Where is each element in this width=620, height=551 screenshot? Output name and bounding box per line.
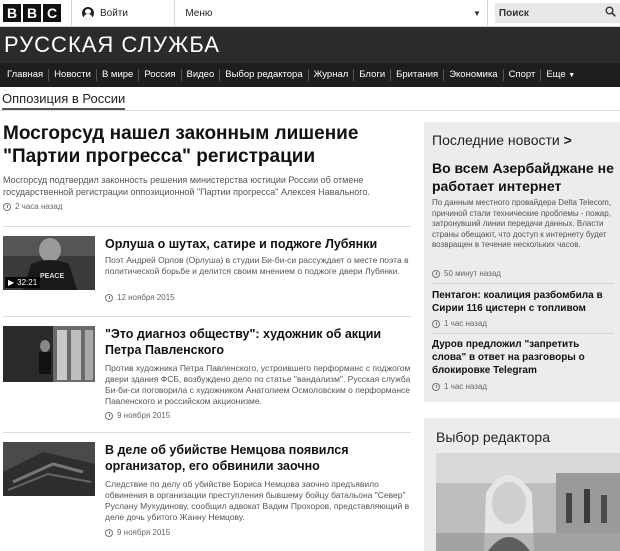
clock-icon (432, 382, 440, 391)
topbar-divider (486, 0, 488, 27)
editors-pick-panel: Выбор редактора (424, 418, 620, 551)
latest-lead-time-label: 50 минут назад (444, 269, 501, 278)
signin-label: Войти (99, 7, 128, 19)
menu-label: Меню (185, 7, 213, 19)
nav-item-video[interactable]: Видео (182, 69, 221, 81)
story-time-label: 12 ноября 2015 (117, 293, 175, 302)
thumb-shirt-text: PEACE (40, 273, 64, 280)
story-time-label: 9 ноября 2015 (117, 411, 171, 420)
story-item[interactable]: "Это диагноз обществу": художник об акци… (3, 326, 411, 426)
editors-pick-image[interactable] (436, 453, 620, 551)
bbc-logo[interactable]: B B C (3, 4, 61, 22)
nav-item-economy[interactable]: Экономика (444, 69, 504, 81)
site-title[interactable]: РУССКАЯ СЛУЖБА (4, 32, 220, 58)
nav-item-britain[interactable]: Британия (391, 69, 445, 81)
latest-lead-time: 50 минут назад (432, 269, 501, 278)
story-title[interactable]: "Это диагноз обществу": художник об акци… (105, 326, 411, 358)
story-item[interactable]: PEACE ▶ 32:21 Орлуша о шутах, сатире и п… (3, 236, 411, 336)
story-thumbnail[interactable] (3, 442, 95, 496)
search-input[interactable]: Поиск (494, 3, 620, 23)
section-title: Оппозиция в России (2, 91, 126, 110)
lead-story-time: 2 часа назад (3, 202, 63, 211)
story-item[interactable]: В деле об убийстве Немцова появился орга… (3, 442, 411, 542)
signin-button[interactable]: Войти (72, 0, 174, 27)
menu-button[interactable]: Меню ▼ (175, 0, 487, 27)
nav-item-editors-pick[interactable]: Выбор редактора (220, 69, 309, 81)
latest-news-item-time: 1 час назад (432, 382, 487, 391)
nav-more-label: Еще (546, 68, 566, 80)
user-icon (81, 7, 94, 19)
story-summary: Против художника Петра Павленского, устр… (105, 363, 411, 406)
chevron-right-icon: > (563, 132, 572, 148)
clock-icon (105, 528, 113, 537)
search-icon[interactable] (605, 6, 616, 20)
masthead: РУССКАЯ СЛУЖБА (0, 27, 620, 63)
story-summary: Поэт Андрей Орлов (Орлуша) в студии Би-б… (105, 255, 409, 276)
story-time-label: 9 ноября 2015 (117, 528, 171, 537)
top-bar: B B C Войти Меню ▼ Поиск (0, 0, 620, 27)
lead-story-time-label: 2 часа назад (15, 202, 63, 211)
story-divider (3, 432, 411, 433)
story-thumbnail[interactable]: PEACE ▶ 32:21 (3, 236, 95, 290)
latest-news-item-time-label: 1 час назад (444, 319, 488, 328)
sidebar-divider (432, 333, 614, 334)
chevron-down-icon: ▼ (473, 8, 481, 18)
nav-item-blogs[interactable]: Блоги (354, 69, 392, 81)
editors-pick-heading[interactable]: Выбор редактора (436, 429, 550, 445)
story-thumbnail[interactable] (3, 326, 95, 382)
chevron-down-icon: ▼ (568, 71, 576, 79)
story-divider (3, 316, 411, 317)
clock-icon (105, 411, 113, 420)
latest-news-panel: Последние новости > Во всем Азербайджане… (424, 122, 620, 402)
video-duration: 32:21 (17, 278, 38, 287)
logo-letter-b1: B (3, 4, 21, 22)
main-nav: Главная Новости В мире Россия Видео Выбо… (0, 63, 620, 87)
video-duration-badge: ▶ 32:21 (5, 277, 41, 288)
latest-news-item[interactable]: Дуров предложил "запретить слова" в отве… (432, 338, 614, 377)
nav-item-more[interactable]: Еще ▼ (541, 69, 580, 82)
latest-news-heading[interactable]: Последние новости > (432, 132, 572, 148)
latest-news-item-time: 1 час назад (432, 319, 487, 328)
play-icon: ▶ (8, 278, 15, 287)
lead-story-summary: Мосгорсуд подтвердил законность решения … (3, 175, 370, 197)
lead-story-title[interactable]: Мосгорсуд нашел законным лишение "Партии… (3, 122, 403, 168)
sidebar-divider (432, 283, 614, 284)
nav-item-main[interactable]: Главная (2, 69, 50, 81)
story-time: 9 ноября 2015 (105, 411, 170, 420)
story-title[interactable]: Орлуша о шутах, сатире и поджоге Лубянки (105, 236, 411, 252)
search-label: Поиск (498, 7, 529, 19)
logo-letter-c: C (43, 4, 61, 22)
latest-news-heading-label: Последние новости (432, 132, 560, 148)
nav-item-russia[interactable]: Россия (139, 69, 182, 81)
clock-icon (432, 319, 440, 328)
story-summary: Следствие по делу об убийстве Бориса Нем… (105, 479, 410, 522)
story-divider (3, 226, 411, 227)
story-time: 9 ноября 2015 (105, 528, 170, 537)
latest-lead-title[interactable]: Во всем Азербайджане не работает интерне… (432, 159, 614, 195)
nav-item-sport[interactable]: Спорт (504, 69, 542, 81)
clock-icon (3, 202, 11, 211)
nav-item-news[interactable]: Новости (49, 69, 97, 81)
story-title[interactable]: В деле об убийстве Немцова появился орга… (105, 442, 411, 474)
latest-lead-summary: По данным местного провайдера Delta Tele… (432, 198, 612, 249)
section-divider (0, 110, 620, 111)
latest-news-item-time-label: 1 час назад (444, 382, 488, 391)
latest-news-item[interactable]: Пентагон: коалиция разбомбила в Сирии 11… (432, 289, 614, 315)
nav-item-world[interactable]: В мире (97, 69, 140, 81)
story-time: 12 ноября 2015 (105, 293, 175, 302)
clock-icon (432, 269, 440, 278)
nav-item-magazine[interactable]: Журнал (309, 69, 355, 81)
logo-letter-b2: B (23, 4, 41, 22)
clock-icon (105, 293, 113, 302)
